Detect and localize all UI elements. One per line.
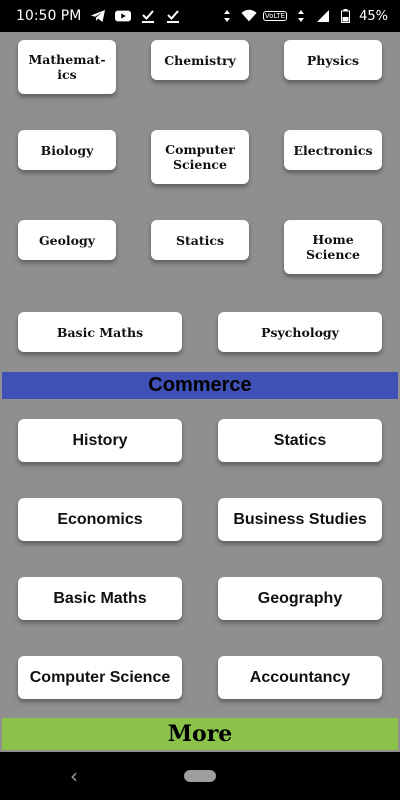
youtube-icon — [115, 8, 132, 24]
status-bar: 10:50 PM VoLTE 45% — [0, 0, 400, 32]
battery-icon — [337, 8, 353, 24]
battery-percent: 45% — [359, 8, 388, 24]
commerce-history-button[interactable]: History — [18, 419, 182, 462]
subject-biology-button[interactable]: Biology — [18, 130, 116, 170]
commerce-accountancy-button[interactable]: Accountancy — [218, 656, 382, 699]
commerce-business-studies-button[interactable]: Business Studies — [218, 498, 382, 541]
commerce-section-header: Commerce — [2, 372, 398, 399]
subject-chemistry-button[interactable]: Chemistry — [151, 40, 249, 80]
wifi-icon — [241, 8, 257, 24]
more-section-header: More — [2, 718, 398, 750]
status-time: 10:50 PM — [16, 8, 82, 24]
subject-geology-button[interactable]: Geology — [18, 220, 116, 260]
commerce-economics-button[interactable]: Economics — [18, 498, 182, 541]
subject-mathematics-button[interactable]: Mathemat- ics — [18, 40, 116, 94]
subject-home-science-button[interactable]: Home Science — [284, 220, 382, 274]
subject-psychology-button[interactable]: Psychology — [218, 312, 382, 352]
navigation-bar: ‹ — [0, 752, 400, 800]
subject-physics-button[interactable]: Physics — [284, 40, 382, 80]
commerce-statics-button[interactable]: Statics — [218, 419, 382, 462]
download-done-icon — [165, 8, 181, 24]
data-arrows-icon — [293, 8, 309, 24]
telegram-icon — [90, 8, 106, 24]
back-icon[interactable]: ‹ — [70, 764, 78, 788]
subject-electronics-button[interactable]: Electronics — [284, 130, 382, 170]
home-pill-icon[interactable] — [184, 770, 216, 782]
volte-icon: VoLTE — [262, 11, 288, 21]
signal-icon — [315, 8, 331, 24]
download-done-icon — [140, 8, 156, 24]
subject-basic-maths-button[interactable]: Basic Maths — [18, 312, 182, 352]
status-bar-right: VoLTE 45% — [219, 8, 388, 24]
subject-list[interactable]: Mathemat- ics Chemistry Physics Biology … — [0, 32, 400, 752]
commerce-geography-button[interactable]: Geography — [218, 577, 382, 620]
commerce-basic-maths-button[interactable]: Basic Maths — [18, 577, 182, 620]
subject-statics-button[interactable]: Statics — [151, 220, 249, 260]
status-bar-left: 10:50 PM — [16, 8, 181, 24]
subject-computer-science-button[interactable]: Computer Science — [151, 130, 249, 184]
data-arrows-icon — [219, 8, 235, 24]
commerce-computer-science-button[interactable]: Computer Science — [18, 656, 182, 699]
